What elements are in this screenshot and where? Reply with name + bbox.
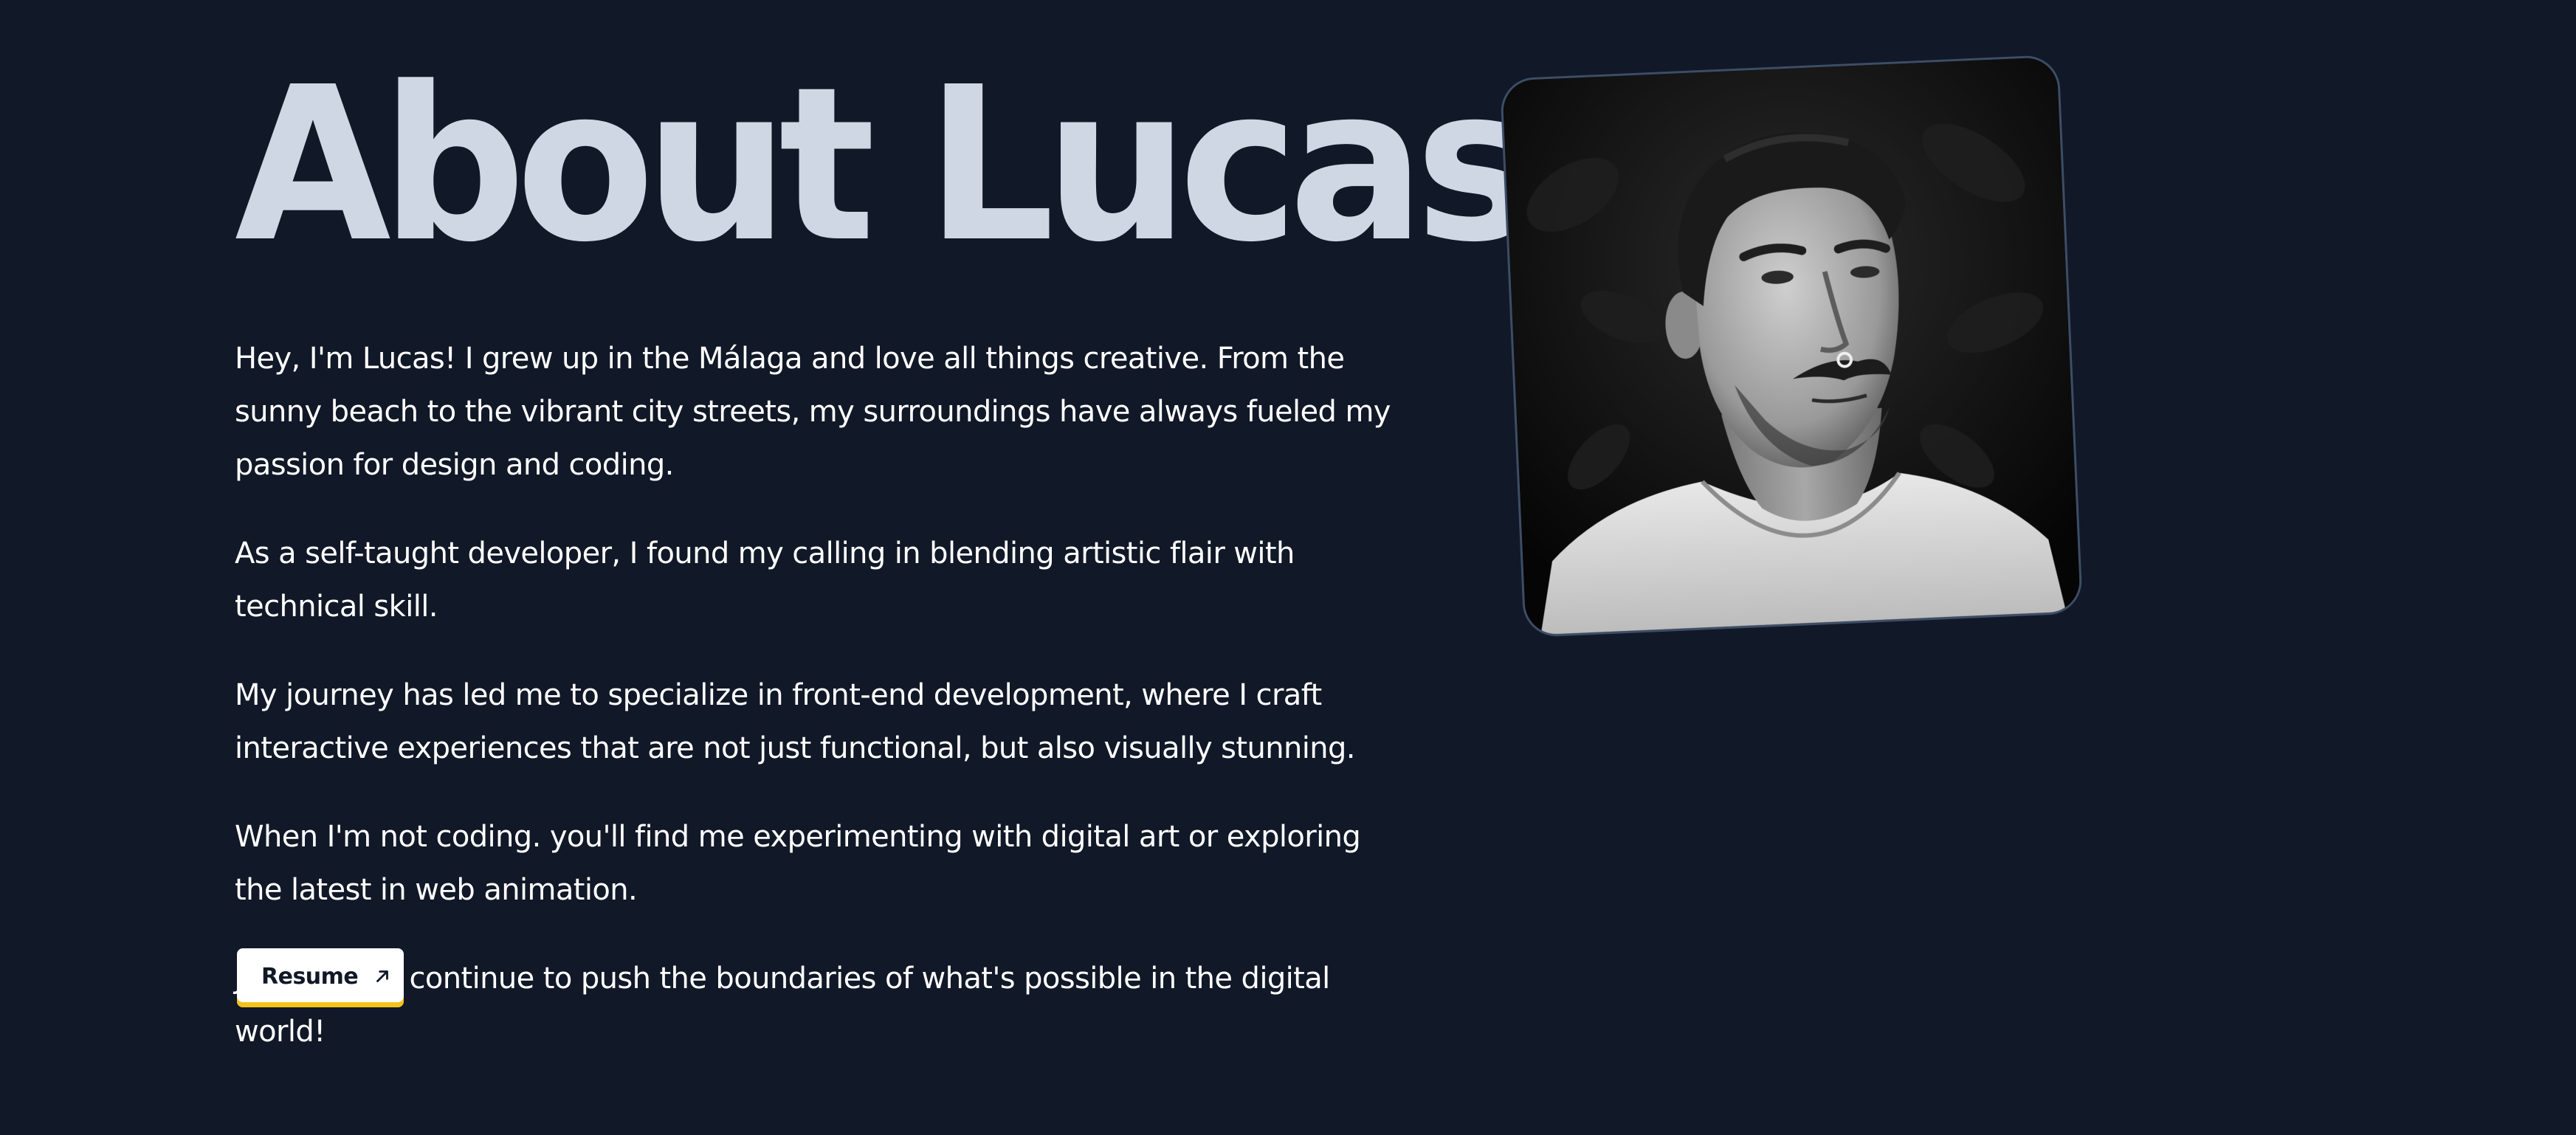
bio-paragraph: Join me as I continue to push the bounda… (235, 962, 1330, 1049)
portrait-photo (1499, 54, 2084, 638)
about-page: About Lucas Hey, I'm Lucas! I grew up in… (0, 0, 2576, 1135)
resume-button-label: Resume (261, 963, 359, 990)
arrow-up-right-icon (373, 967, 392, 986)
about-text-column: About Lucas Hey, I'm Lucas! I grew up in… (235, 41, 1535, 1094)
bio-paragraph: When I'm not coding. you'll find me expe… (235, 820, 1361, 907)
bio-paragraph: As a self-taught developer, I found my c… (235, 537, 1295, 624)
page-title: About Lucas (235, 41, 1535, 289)
bio-paragraph: Hey, I'm Lucas! I grew up in the Málaga … (235, 342, 1391, 482)
bio: Hey, I'm Lucas! I grew up in the Málaga … (235, 332, 1394, 1058)
bio-paragraph: My journey has led me to specialize in f… (235, 678, 1356, 765)
resume-button[interactable]: Resume (237, 948, 404, 1007)
